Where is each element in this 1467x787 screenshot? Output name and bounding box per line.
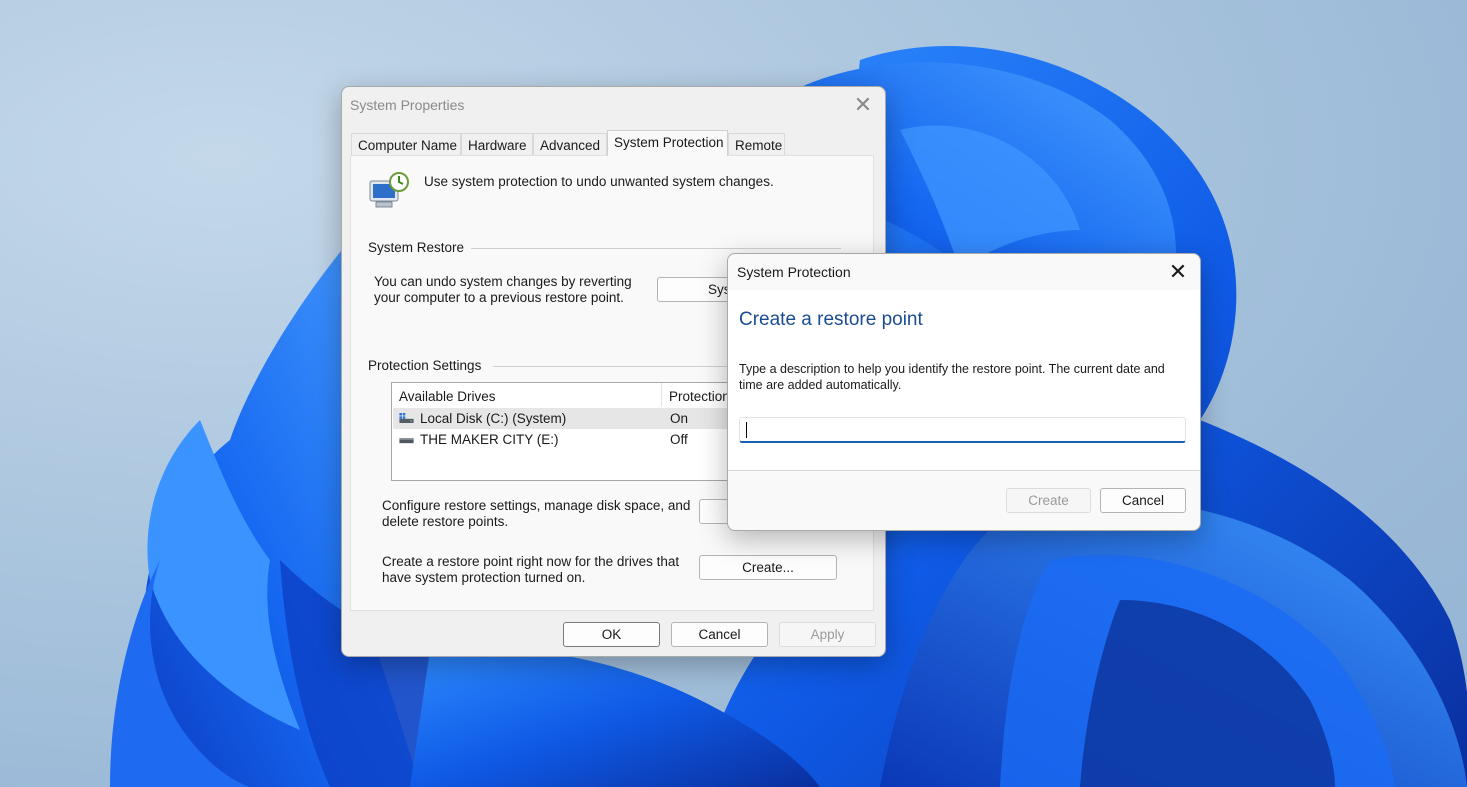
window-title: System Properties (350, 97, 465, 113)
divider (728, 470, 1200, 471)
close-icon[interactable]: ✕ (841, 87, 885, 123)
drives-list[interactable]: Available Drives Protection Local Disk (… (391, 382, 735, 481)
dialog-heading: Create a restore point (739, 309, 923, 330)
column-header-protection[interactable]: Protection (669, 389, 730, 404)
column-separator[interactable] (661, 383, 662, 407)
description-line: have system protection turned on. (382, 570, 586, 585)
tab-hardware[interactable]: Hardware (461, 133, 533, 155)
ok-button[interactable]: OK (563, 622, 660, 647)
dialog-description: Type a description to help you identify … (739, 362, 1165, 392)
protection-settings-group-title: Protection Settings (368, 358, 490, 373)
system-restore-group-title: System Restore (368, 240, 473, 255)
divider (471, 248, 841, 249)
text-caret (746, 422, 747, 438)
tab-computer-name[interactable]: Computer Name (351, 133, 461, 155)
divider (493, 366, 753, 367)
description-line: Create a restore point right now for the… (382, 554, 680, 569)
title-bar[interactable]: System Properties ✕ (342, 87, 885, 123)
dialog-title: System Protection (737, 264, 851, 280)
drive-name: THE MAKER CITY (E:) (420, 432, 559, 447)
column-header-available-drives[interactable]: Available Drives (399, 389, 496, 404)
tab-remote[interactable]: Remote (728, 133, 785, 155)
description-line: delete restore points. (382, 514, 509, 529)
system-protection-icon (369, 172, 409, 208)
create-restore-point-dialog: System Protection ✕ Create a restore poi… (727, 253, 1201, 531)
drive-row-e[interactable]: THE MAKER CITY (E:) Off (393, 429, 733, 450)
close-icon[interactable]: ✕ (1156, 254, 1200, 290)
intro-text: Use system protection to undo unwanted s… (424, 174, 774, 189)
title-bar[interactable]: System Protection ✕ (728, 254, 1200, 290)
create-restore-point-button[interactable]: Create... (699, 555, 837, 580)
drive-row-c[interactable]: Local Disk (C:) (System) On (393, 408, 733, 429)
description-line: You can undo system changes by reverting (374, 274, 632, 289)
cancel-button[interactable]: Cancel (1100, 488, 1186, 513)
restore-point-description-input[interactable] (739, 417, 1186, 443)
drive-icon (399, 438, 414, 444)
tab-system-protection[interactable]: System Protection (607, 130, 728, 156)
system-restore-description: You can undo system changes by reverting… (374, 274, 632, 306)
create-description: Create a restore point right now for the… (382, 554, 679, 586)
tab-advanced[interactable]: Advanced (533, 133, 607, 155)
configure-description: Configure restore settings, manage disk … (382, 498, 690, 530)
description-line: Configure restore settings, manage disk … (382, 498, 691, 513)
drive-name: Local Disk (C:) (System) (420, 411, 567, 426)
cancel-button[interactable]: Cancel (671, 622, 768, 647)
description-line: your computer to a previous restore poin… (374, 290, 624, 305)
drive-protection-status: On (670, 411, 689, 426)
drive-protection-status: Off (670, 432, 688, 447)
apply-button[interactable]: Apply (779, 622, 876, 647)
create-button[interactable]: Create (1006, 488, 1091, 513)
system-drive-icon (399, 413, 414, 423)
dialog-body: Create a restore point Type a descriptio… (728, 290, 1200, 471)
